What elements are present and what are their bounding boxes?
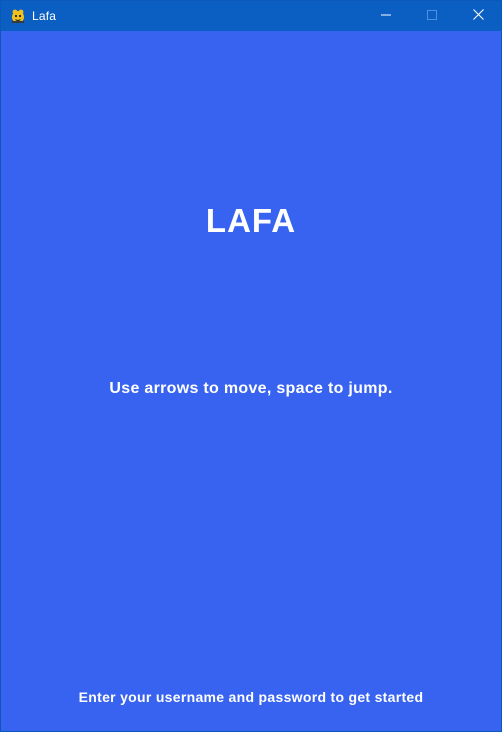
minimize-icon (381, 7, 391, 25)
game-canvas[interactable]: LAFA Use arrows to move, space to jump. … (1, 31, 501, 731)
close-icon (472, 7, 484, 25)
window-title: Lafa (32, 9, 57, 23)
title-bar[interactable]: Lafa (1, 1, 501, 31)
close-button[interactable] (455, 1, 501, 31)
minimize-button[interactable] (363, 1, 409, 31)
window-controls (363, 1, 501, 31)
login-prompt: Enter your username and password to get … (78, 689, 424, 705)
app-window: Lafa LAFA Use arrows to move, space to j… (0, 0, 502, 732)
controls-instructions: Use arrows to move, space to jump. (109, 380, 393, 397)
pygame-snake-icon (10, 8, 26, 24)
maximize-icon (427, 7, 437, 25)
maximize-button[interactable] (409, 1, 455, 31)
game-title: LAFA (205, 202, 297, 239)
